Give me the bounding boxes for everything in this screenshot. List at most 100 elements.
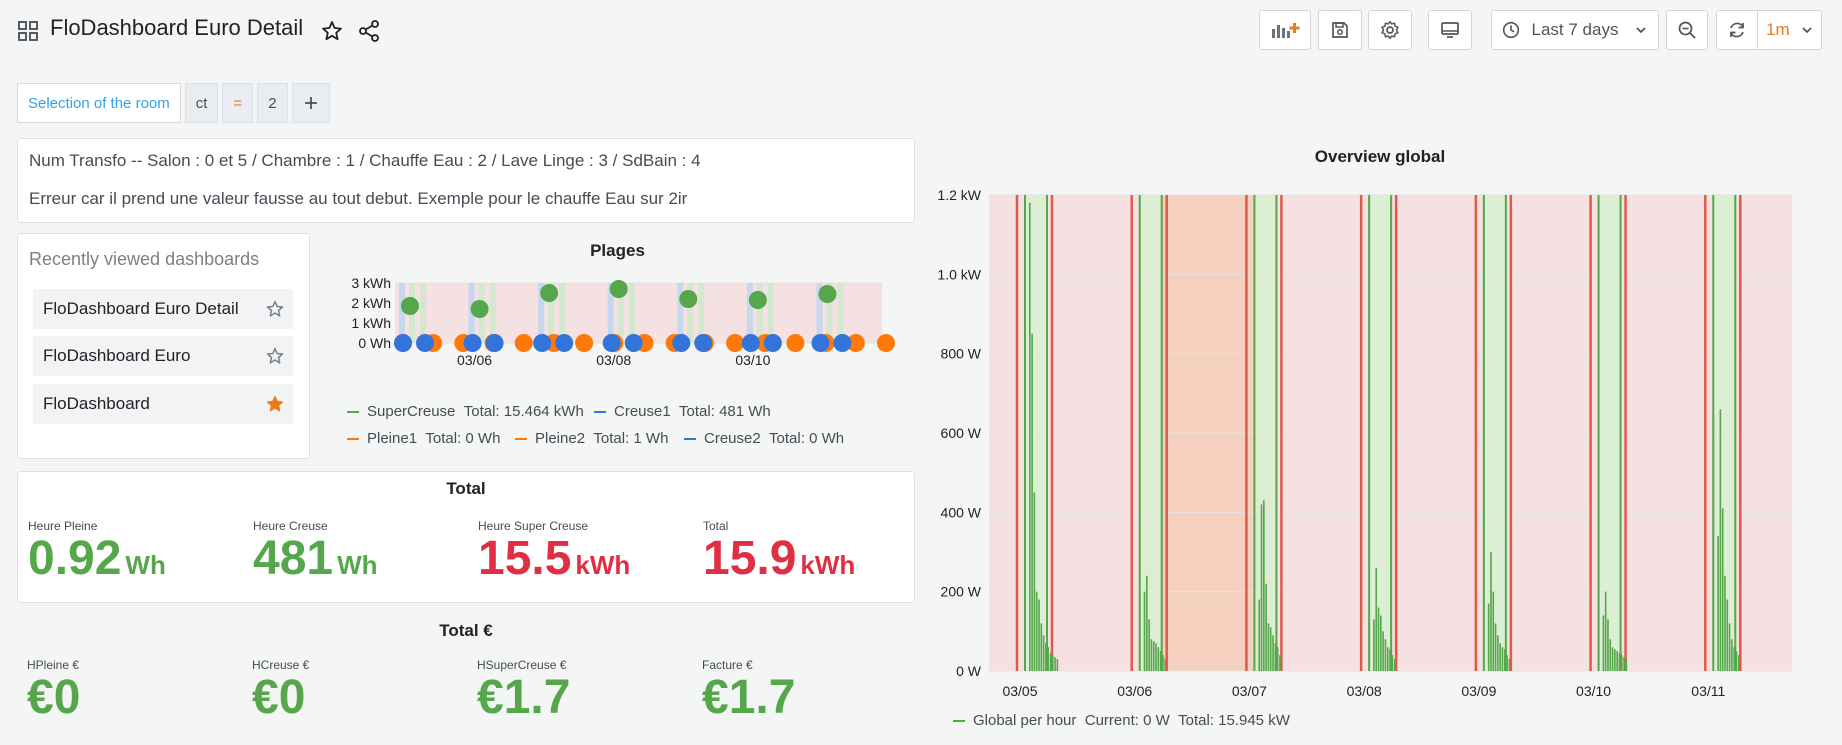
legend-item[interactable]: Pleine1 Total: 0 Wh [347,430,500,447]
star-filled-icon[interactable] [265,394,285,414]
refresh-interval-picker[interactable]: 1m [1757,10,1822,50]
hour-bar [1386,647,1389,671]
legend-total: Total: 15.945 kW [1178,712,1290,729]
pleine1-point [514,334,533,352]
settings-button[interactable] [1368,10,1412,50]
add-panel-button[interactable] [1259,10,1311,50]
hour-bar [1497,635,1499,671]
hour-bar [1724,575,1726,671]
hour-bar [1155,643,1157,671]
creuse1-point [463,334,482,352]
y-tick-label: 800 W [941,346,982,362]
hour-bar [1258,599,1261,671]
pleine1-point [726,334,745,352]
hour-bar [1274,643,1277,671]
recent-item-label: FloDashboard [43,394,150,413]
plages-stripe [420,283,426,343]
hour-bar [1143,591,1146,671]
recent-dashboards-panel: Recently viewed dashboards FloDashboard … [17,233,310,459]
hour-bar [1162,655,1164,671]
text-line-2: Erreur car il prend une valeur fausse au… [29,189,688,208]
green-zone [1139,195,1162,671]
stat-hpleine-euro: HPleine € €0 [27,658,80,725]
stat-label: Facture € [702,658,753,672]
legend-swatch [594,410,606,413]
time-range-picker[interactable]: Last 7 days [1491,10,1659,50]
refresh-interval-label: 1m [1766,20,1790,39]
filter-key[interactable]: ct [184,83,219,123]
recent-item[interactable]: FloDashboard [33,384,293,424]
creuse1-point [394,334,412,352]
hour-bar [1377,607,1380,671]
hour-bar [1733,647,1735,671]
hour-bar [1054,657,1056,671]
filter-value[interactable]: 2 [257,83,288,123]
plages-band [395,283,882,343]
recent-item[interactable]: FloDashboard Euro Detail [33,289,293,329]
legend-item[interactable]: Creuse2 Total: 0 Wh [684,430,844,447]
recent-item-label: FloDashboard Euro [43,346,191,365]
dashboards-grid-icon[interactable] [18,21,38,41]
x-tick-label: 03/10 [735,352,770,368]
legend-name: Creuse1 [614,403,671,420]
hour-bar [1721,508,1724,671]
refresh-button[interactable] [1716,10,1758,50]
hour-bar [1040,623,1043,671]
legend-item[interactable]: Creuse1 Total: 481 Wh [594,403,771,420]
overview-panel: Overview global 0 W 200 W 400 W 600 W 800 W 1… [925,135,1835,745]
recent-item-label: FloDashboard Euro Detail [43,299,239,318]
hour-bar [1494,623,1497,671]
hour-bar [1263,500,1265,671]
hour-bar [1503,649,1506,671]
add-filter-button[interactable] [291,83,330,123]
creuse2-point [416,334,434,352]
x-tick-label: 03/08 [1347,683,1382,699]
hour-bar [1508,659,1511,671]
hour-bar [1031,333,1033,671]
share-icon[interactable] [357,19,381,43]
hour-bar [1604,591,1607,671]
zoom-out-button[interactable] [1666,10,1708,50]
x-tick-label: 03/11 [1691,683,1725,699]
save-button[interactable] [1318,10,1362,50]
x-tick-label: 03/07 [1232,683,1267,699]
hour-bar [1150,639,1153,671]
dashboard-title[interactable]: FloDashboard Euro Detail [50,15,303,41]
time-range-label: Last 7 days [1531,20,1619,39]
star-icon[interactable] [320,19,344,43]
recent-item[interactable]: FloDashboard Euro [33,336,293,376]
supercreuse-point [748,291,767,309]
legend-swatch [684,437,696,440]
text-panel: Num Transfo -- Salon : 0 et 5 / Chambre … [17,138,915,223]
add-panel-icon [1272,23,1300,38]
view-mode-button[interactable] [1428,10,1472,50]
hour-bar [1375,567,1378,671]
y-tick-label: 200 W [941,584,982,600]
star-icon[interactable] [265,299,285,319]
clock-icon [1502,21,1520,39]
room-variable-label[interactable]: Selection of the room [17,83,181,123]
hour-bar [1726,599,1729,671]
y-tick-label: 600 W [941,425,982,441]
hour-bar [1389,649,1391,671]
hour-bar [1625,659,1628,671]
refresh-icon [1730,22,1744,38]
legend-total: Total: 0 Wh [769,430,845,447]
hour-bar [1499,643,1501,671]
filter-operator[interactable]: = [222,83,254,123]
y-tick-label: 1 kWh [351,315,391,331]
stat-value: 0.92 Wh [28,532,166,585]
legend-name: Pleine1 [367,430,418,447]
star-icon[interactable] [265,346,285,366]
creuse1-point [672,334,691,352]
y-tick-label: 1.2 kW [937,187,981,203]
plages-title: Plages [590,241,645,260]
legend-item[interactable]: Global per hour Current: 0 W Total: 15.9… [953,712,1290,729]
hour-bar [1035,591,1038,671]
legend-item[interactable]: SuperCreuse Total: 15.464 kWh [347,403,584,420]
supercreuse-point [401,297,419,315]
hour-bar [1384,639,1387,671]
hour-bar [1717,536,1719,671]
legend-item[interactable]: Pleine2 Total: 1 Wh [515,430,668,447]
euro-panel: Total € HPleine € €0 HCreuse € €0 HSuper… [17,612,915,745]
